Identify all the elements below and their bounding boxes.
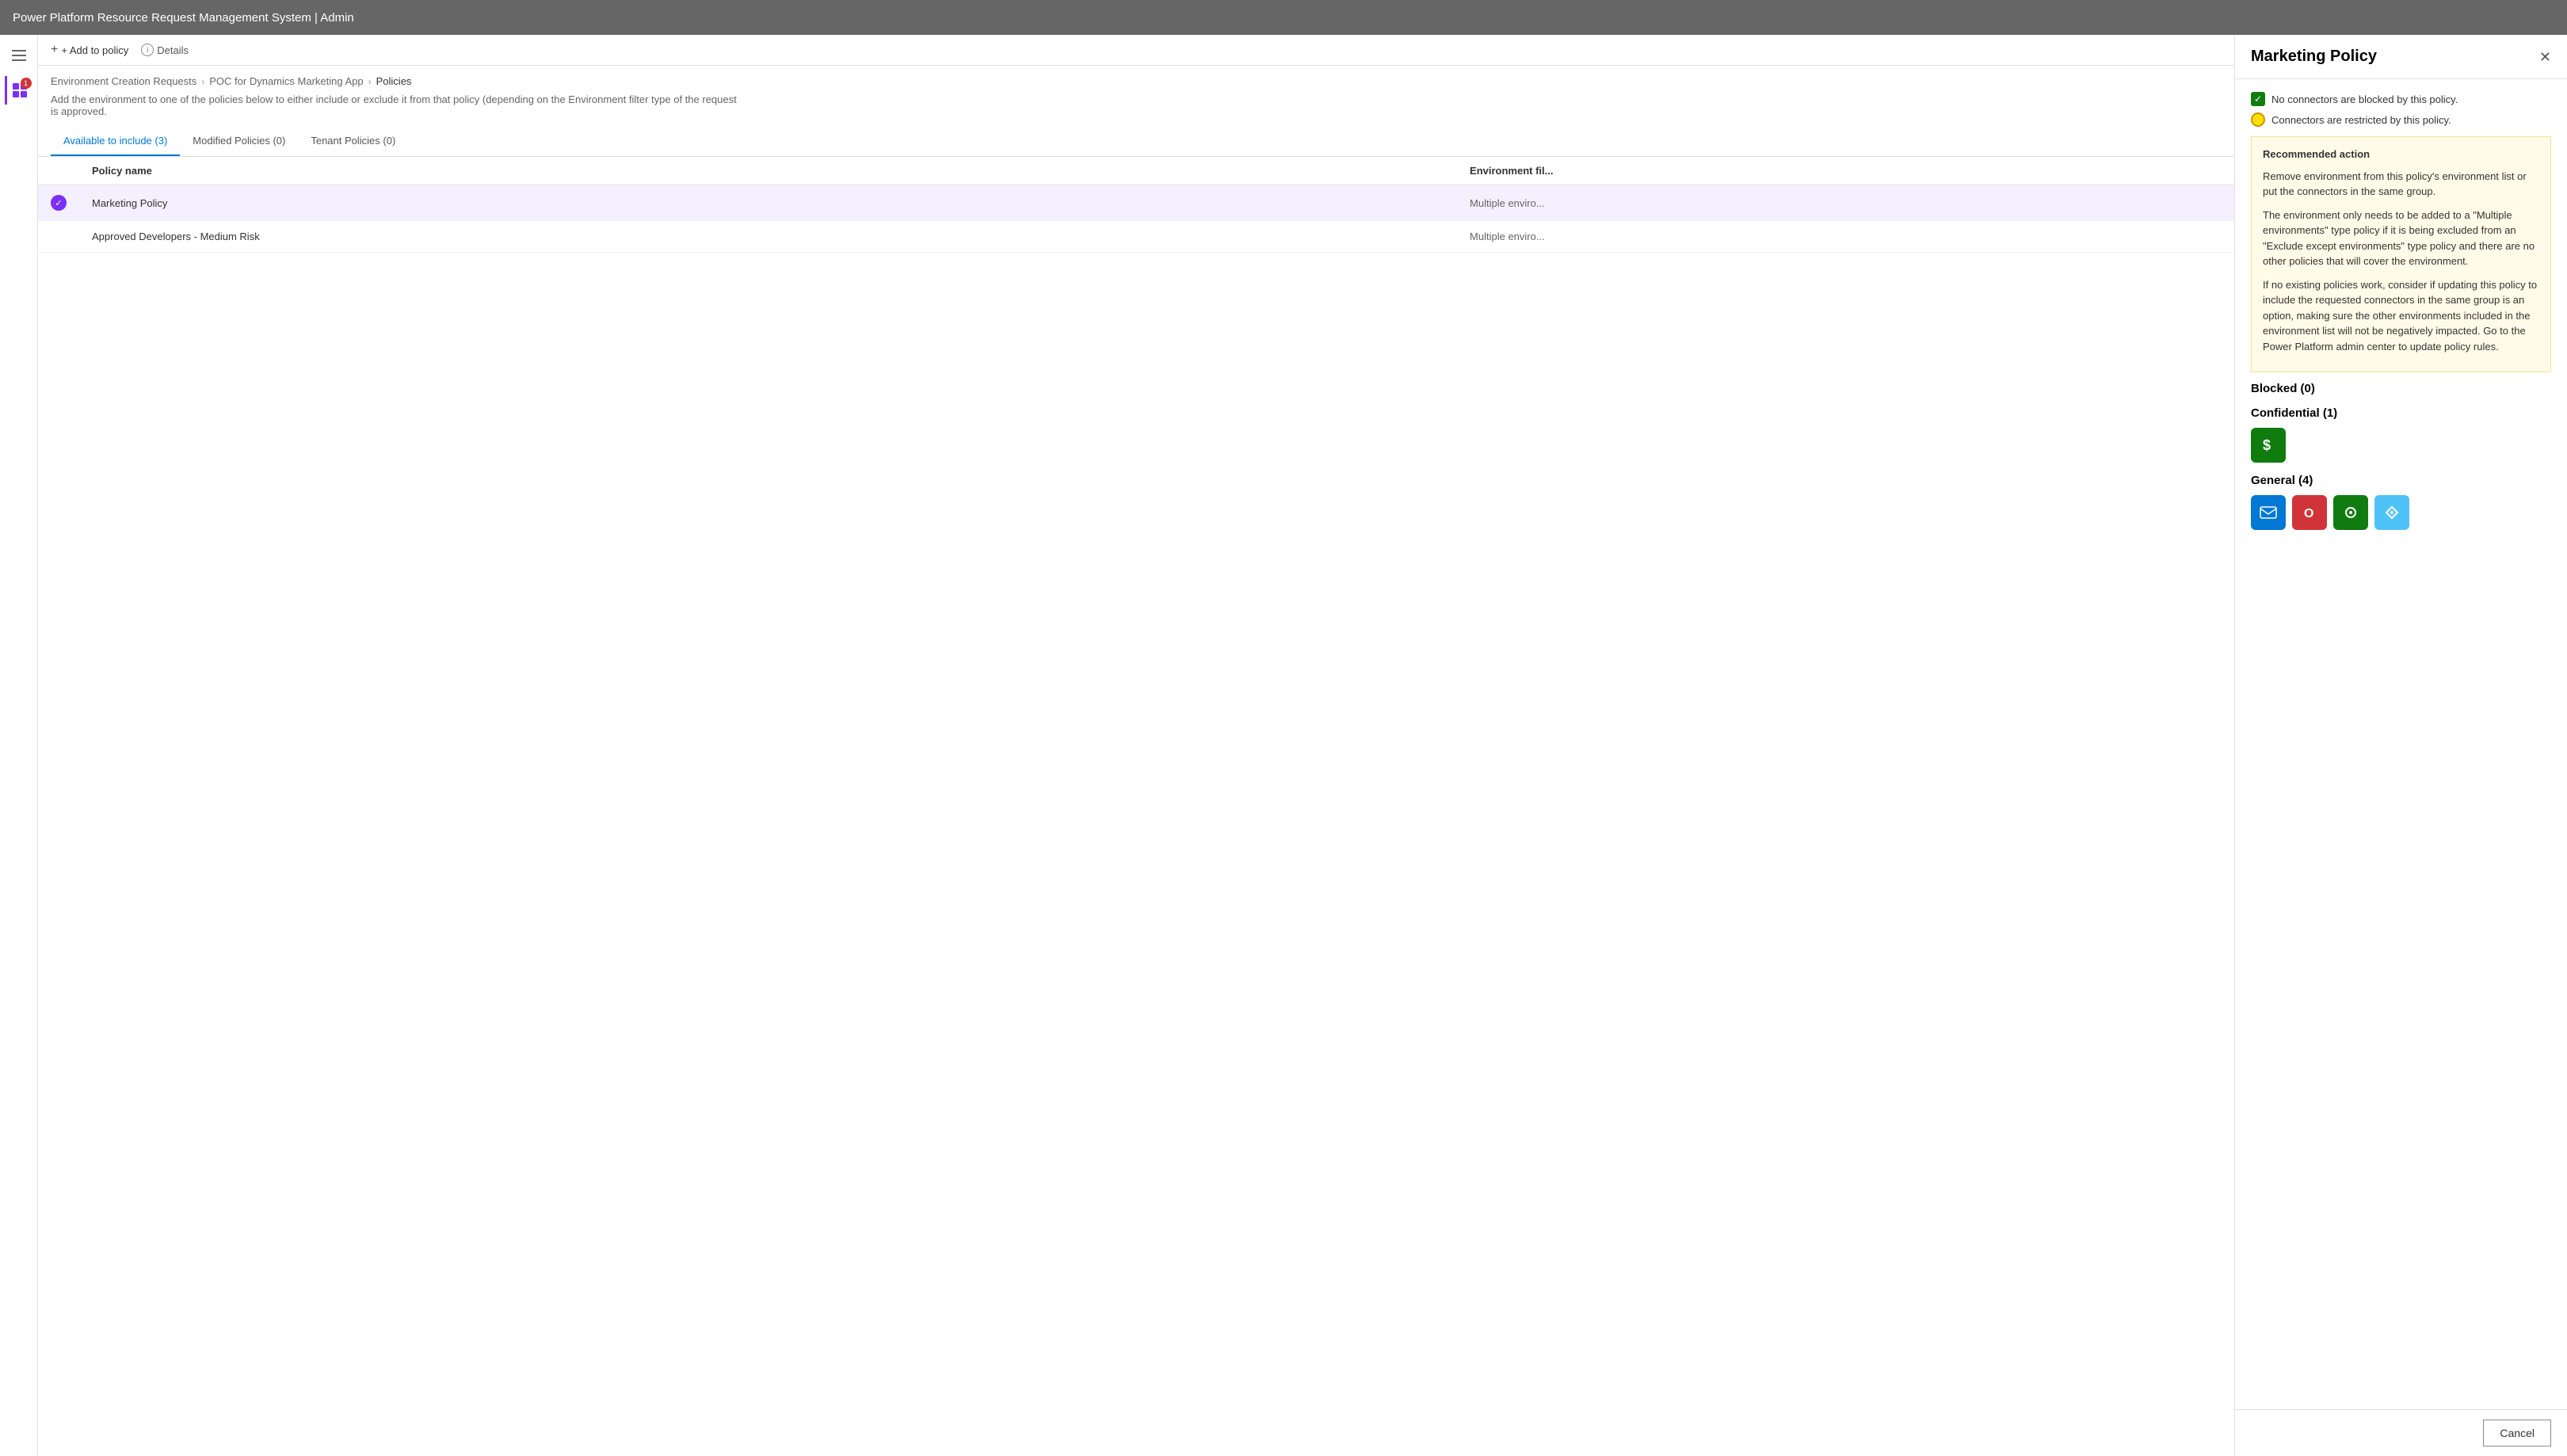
blocked-title: Blocked (0) — [2251, 382, 2551, 395]
recommended-title: Recommended action — [2263, 147, 2539, 162]
row-policy-name: Marketing Policy — [79, 185, 1457, 221]
green-check-icon: ✓ — [2251, 92, 2265, 106]
panel-header: Marketing Policy ✕ — [2235, 35, 2567, 79]
add-to-policy-button[interactable]: + + Add to policy — [51, 43, 128, 57]
panel-title: Marketing Policy — [2251, 48, 2377, 66]
confidential-section: Confidential (1) $ — [2251, 406, 2551, 463]
svg-text:$: $ — [2263, 437, 2271, 453]
cancel-button[interactable]: Cancel — [2483, 1420, 2551, 1446]
table-row[interactable]: Approved Developers - Medium RiskMultipl… — [38, 221, 2234, 253]
right-panel: Marketing Policy ✕ ✓ No connectors are b… — [2234, 35, 2567, 1456]
confidential-icons: $ — [2251, 428, 2551, 463]
general-icons: O — [2251, 495, 2551, 530]
breadcrumb-sep-1: › — [201, 76, 204, 87]
recommended-action-box: Recommended action Remove environment fr… — [2251, 136, 2551, 372]
status-text-2: Connectors are restricted by this policy… — [2271, 114, 2451, 126]
table-row[interactable]: ✓ Marketing PolicyMultiple enviro... — [38, 185, 2234, 221]
row-check-cell: ✓ — [38, 185, 79, 221]
hamburger-menu[interactable] — [5, 41, 33, 70]
row-env-filter: Multiple enviro... — [1457, 221, 2234, 253]
check-icon: ✓ — [51, 195, 67, 211]
svg-text:O: O — [2304, 507, 2313, 520]
breadcrumb-sep-2: › — [368, 76, 372, 87]
policy-table-area: Policy name Environment fil... ✓ Marketin… — [38, 157, 2234, 1456]
sidebar-icon-requests[interactable]: 1 — [5, 76, 33, 105]
general-section: General (4) O — [2251, 474, 2551, 530]
connector-icon-green — [2333, 495, 2368, 530]
status-text-1: No connectors are blocked by this policy… — [2271, 93, 2458, 105]
breadcrumb: Environment Creation Requests › POC for … — [38, 66, 2234, 90]
yellow-dot-icon — [2251, 112, 2265, 127]
connector-icon-office: O — [2292, 495, 2327, 530]
connector-icon-blue — [2374, 495, 2409, 530]
blocked-section: Blocked (0) — [2251, 382, 2551, 395]
status-row-2: Connectors are restricted by this policy… — [2251, 112, 2551, 127]
tab-available[interactable]: Available to include (3) — [51, 127, 180, 156]
panel-footer: Cancel — [2235, 1409, 2567, 1456]
panel-body: ✓ No connectors are blocked by this poli… — [2235, 79, 2567, 1409]
breadcrumb-item-1[interactable]: Environment Creation Requests — [51, 75, 196, 87]
row-check-cell — [38, 221, 79, 253]
panel-close-button[interactable]: ✕ — [2539, 50, 2551, 64]
general-title: General (4) — [2251, 474, 2551, 487]
plus-icon: + — [51, 43, 58, 57]
info-icon: i — [141, 44, 154, 56]
recommended-para-3: If no existing policies work, consider i… — [2263, 277, 2539, 355]
policy-table: Policy name Environment fil... ✓ Marketin… — [38, 157, 2234, 253]
row-env-filter: Multiple enviro... — [1457, 185, 2234, 221]
col-header-env: Environment fil... — [1457, 157, 2234, 185]
app-title: Power Platform Resource Request Manageme… — [13, 11, 354, 25]
row-policy-name: Approved Developers - Medium Risk — [79, 221, 1457, 253]
sidebar: 1 — [0, 35, 38, 1456]
toolbar: + + Add to policy i Details — [38, 35, 2234, 66]
connector-icon-dollar: $ — [2251, 428, 2286, 463]
add-to-policy-label: + Add to policy — [61, 44, 128, 56]
content-area: + + Add to policy i Details Environment … — [38, 35, 2234, 1456]
col-header-name: Policy name — [79, 157, 1457, 185]
tab-tenant[interactable]: Tenant Policies (0) — [298, 127, 408, 156]
breadcrumb-item-2[interactable]: POC for Dynamics Marketing App — [209, 75, 363, 87]
tab-modified[interactable]: Modified Policies (0) — [180, 127, 298, 156]
notification-badge: 1 — [21, 78, 32, 89]
col-header-policy-name — [38, 157, 79, 185]
page-description: Add the environment to one of the polici… — [38, 90, 751, 127]
recommended-para-2: The environment only needs to be added t… — [2263, 208, 2539, 269]
details-label: Details — [157, 44, 189, 56]
status-row-1: ✓ No connectors are blocked by this poli… — [2251, 92, 2551, 106]
recommended-para-1: Remove environment from this policy's en… — [2263, 169, 2539, 200]
top-bar: Power Platform Resource Request Manageme… — [0, 0, 2567, 35]
breadcrumb-item-3: Policies — [376, 75, 412, 87]
connector-icon-exchange — [2251, 495, 2286, 530]
confidential-title: Confidential (1) — [2251, 406, 2551, 420]
details-button[interactable]: i Details — [141, 44, 189, 56]
tabs-container: Available to include (3) Modified Polici… — [38, 127, 2234, 157]
